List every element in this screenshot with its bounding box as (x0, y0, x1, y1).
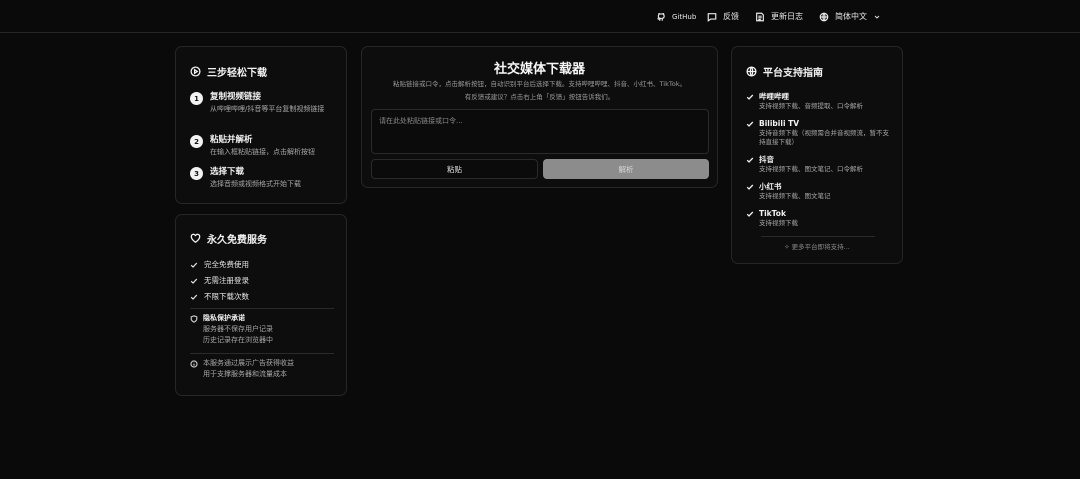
free-card-title: 永久免费服务 (207, 235, 267, 246)
step-number: 2 (190, 135, 203, 148)
github-icon (657, 12, 665, 21)
platform-desc: 支持视频下载、图文笔记、口令解析 (759, 165, 863, 173)
platform-item: Bilibili TV 支持音频下载（视频需合并音视频流，暂不支持直接下载） (746, 118, 893, 147)
feature-item: 完全免费使用 (190, 259, 249, 270)
info-icon (190, 360, 198, 368)
step-number: 3 (190, 167, 203, 180)
platform-desc: 支持视频下载、音频提取、口令解析 (759, 102, 863, 110)
check-icon (190, 262, 198, 268)
changelog-link[interactable]: 更新日志 (755, 0, 803, 33)
step-title: 复制视频链接 (210, 92, 262, 102)
downloader-card: 社交媒体下载器 粘贴链接或口令，点击解析按钮，自动识别平台后选择下载。支持哔哩哔… (361, 46, 718, 188)
privacy-note: 隐私保护承诺 服务器不保存用户记录 历史记录存在浏览器中 (190, 313, 273, 346)
platform-desc: 支持视频下载 (759, 219, 798, 227)
steps-card: 三步轻松下载 1 复制视频链接 从哔哩哔哩/抖音等平台复制视频链接 2 粘贴并解… (175, 46, 347, 204)
feedback-label: 反馈 (723, 12, 739, 21)
language-selector[interactable]: 简体中文 (819, 0, 881, 33)
sparkle-icon: ✧ (784, 243, 792, 251)
ad-note: 本服务通过展示广告获得收益 用于支撑服务器和流量成本 (190, 358, 294, 380)
message-icon (707, 12, 717, 22)
feature-label: 完全免费使用 (204, 260, 249, 269)
check-icon (190, 294, 198, 300)
step-item: 3 选择下载 选择音频或视频格式开始下载 (190, 166, 336, 190)
changelog-icon (756, 12, 764, 21)
step-desc: 选择音频或视频格式开始下载 (210, 180, 301, 188)
heart-icon (190, 233, 201, 243)
check-icon (746, 94, 754, 100)
step-desc: 在输入框粘贴链接，点击解析按钮 (210, 148, 315, 156)
divider (190, 353, 334, 354)
page-description: 粘贴链接或口令，点击解析按钮，自动识别平台后选择下载。支持哔哩哔哩、抖音、小红书… (393, 80, 686, 88)
feedback-link[interactable]: 反馈 (707, 0, 739, 33)
check-icon (746, 121, 754, 127)
platform-item: 小红书 支持视频下载、图文笔记 (746, 181, 893, 201)
platform-guide-card: 平台支持指南 哔哩哔哩 支持视频下载、音频提取、口令解析 Bilibili TV… (731, 46, 903, 264)
globe-icon (746, 66, 757, 77)
steps-card-title: 三步轻松下载 (207, 68, 267, 79)
feature-label: 不限下载次数 (204, 292, 249, 301)
feature-item: 无需注册登录 (190, 275, 249, 286)
platform-card-header: 平台支持指南 (746, 64, 823, 79)
paste-button[interactable]: 粘贴 (371, 159, 538, 179)
platform-desc: 支持音频下载（视频需合并音视频流，暂不支持直接下载） (759, 129, 889, 146)
step-item: 2 粘贴并解析 在输入框粘贴链接，点击解析按钮 (190, 134, 336, 158)
platform-card-title: 平台支持指南 (763, 68, 823, 79)
platform-item: 哔哩哔哩 支持视频下载、音频提取、口令解析 (746, 91, 893, 111)
privacy-title: 隐私保护承诺 (203, 314, 245, 322)
ad-note-line: 用于支撑服务器和流量成本 (203, 370, 287, 378)
more-platforms-label: 更多平台即将支持... (791, 243, 850, 251)
platform-item: 抖音 支持视频下载、图文笔记、口令解析 (746, 154, 893, 174)
platform-name: 抖音 (759, 155, 774, 164)
step-title: 粘贴并解析 (210, 135, 253, 145)
step-title: 选择下载 (210, 167, 245, 177)
page-title: 社交媒体下载器 (493, 62, 585, 77)
feedback-hint: 有反馈或建议？点击右上角「反馈」按钮告诉我们。 (464, 93, 615, 101)
platform-item: TikTok 支持视频下载 (746, 208, 893, 228)
privacy-line: 历史记录存在浏览器中 (203, 336, 273, 344)
divider (761, 236, 875, 237)
parse-button[interactable]: 解析 (543, 159, 709, 179)
step-desc: 从哔哩哔哩/抖音等平台复制视频链接 (210, 105, 325, 113)
check-icon (746, 211, 754, 217)
feature-item: 不限下载次数 (190, 291, 249, 302)
step-number: 1 (190, 92, 203, 105)
changelog-label: 更新日志 (771, 12, 803, 21)
check-icon (190, 278, 198, 284)
check-icon (746, 184, 754, 190)
github-link[interactable]: GitHub (656, 0, 696, 33)
top-bar: GitHub 反馈 更新日志 简体中文 (0, 0, 1080, 33)
play-circle-icon (190, 66, 201, 77)
platform-name: 小红书 (759, 182, 782, 191)
divider (190, 308, 334, 309)
privacy-line: 服务器不保存用户记录 (203, 325, 273, 333)
globe-icon (819, 12, 829, 21)
feature-label: 无需注册登录 (204, 276, 249, 285)
platform-name: 哔哩哔哩 (759, 92, 789, 101)
steps-card-header: 三步轻松下载 (190, 64, 267, 79)
check-icon (746, 157, 754, 163)
link-input[interactable] (371, 109, 709, 154)
github-label: GitHub (672, 12, 697, 21)
shield-icon (190, 315, 198, 323)
step-item: 1 复制视频链接 从哔哩哔哩/抖音等平台复制视频链接 (190, 91, 336, 115)
platform-name: TikTok (759, 209, 786, 218)
platform-desc: 支持视频下载、图文笔记 (759, 192, 831, 200)
ad-note-line: 本服务通过展示广告获得收益 (203, 359, 294, 367)
language-label: 简体中文 (835, 12, 867, 21)
free-card-header: 永久免费服务 (190, 231, 267, 246)
free-service-card: 永久免费服务 完全免费使用 无需注册登录 不限下载次数 隐私保护承诺 服务器不保… (175, 214, 347, 396)
more-platforms-note: ✧ 更多平台即将支持... (732, 241, 902, 251)
chevron-down-icon (874, 15, 880, 19)
platform-name: Bilibili TV (759, 119, 800, 128)
